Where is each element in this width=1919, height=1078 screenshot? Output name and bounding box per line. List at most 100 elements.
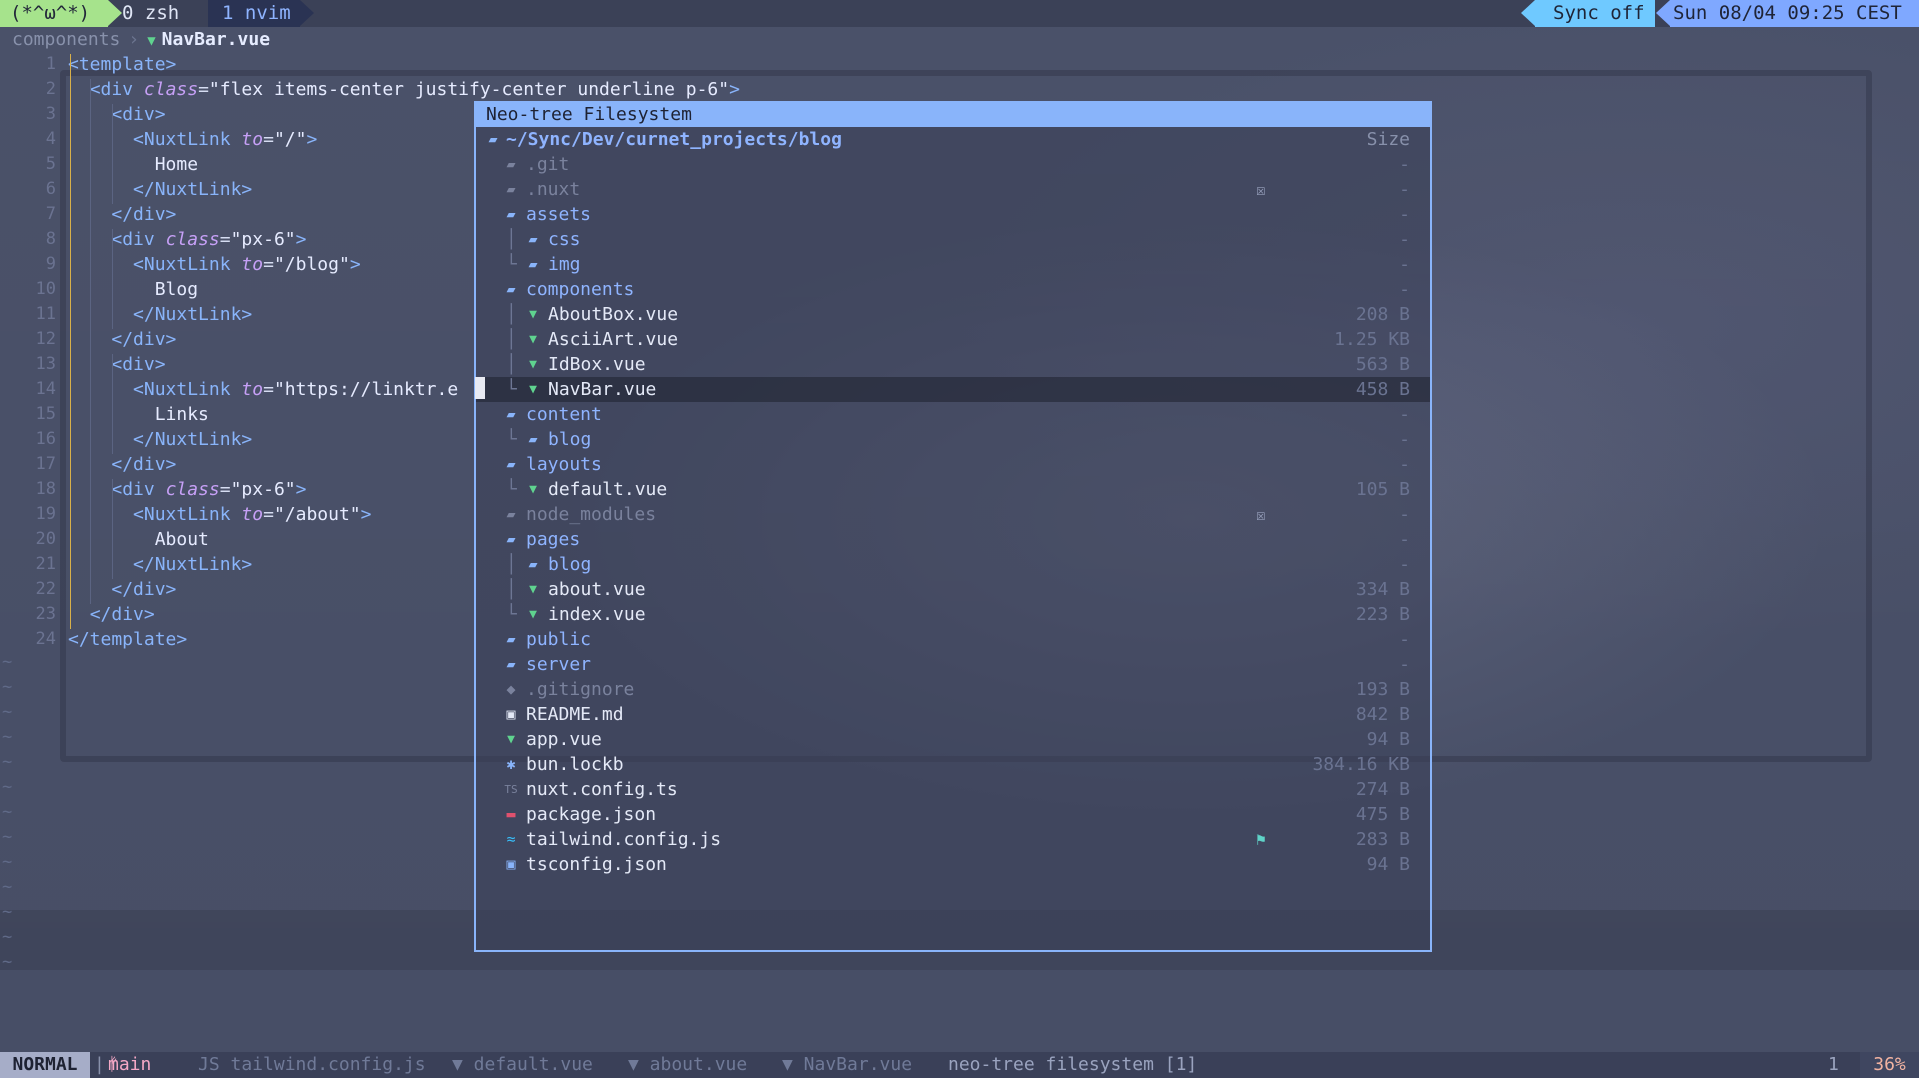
tree-file-row[interactable]: ✱ bun.lockb 384.16 KB [476, 752, 1430, 777]
tree-file-row[interactable]: ≈ tailwind.config.js ⚑ 283 B [476, 827, 1430, 852]
size-column-header: Size [1366, 129, 1410, 150]
tree-item-size: - [1399, 454, 1410, 475]
tmux-session-name[interactable]: (*^ω^*) [0, 0, 122, 27]
code-text: </NuxtLink> [133, 429, 253, 450]
tree-file-row[interactable]: │ ▼ AboutBox.vue 208 B [476, 302, 1430, 327]
tree-branch-guide: │ [506, 304, 517, 325]
tsconfig-icon: ▣ [506, 855, 516, 873]
empty-line-tilde: ~ [2, 777, 13, 797]
tree-file-row[interactable]: │ ▼ IdBox.vue 563 B [476, 352, 1430, 377]
tree-file-row[interactable]: │ ▼ about.vue 334 B [476, 577, 1430, 602]
code-text: </div> [89, 604, 155, 625]
tree-folder-row[interactable]: ▰ .nuxt ☒ - [476, 177, 1430, 202]
tree-file-row[interactable]: └ ▼ index.vue 223 B [476, 602, 1430, 627]
empty-line-tilde: ~ [2, 852, 13, 872]
line-number: 17 [35, 454, 56, 474]
folder-icon: ▰ [528, 255, 538, 273]
npm-icon: ▬ [506, 805, 516, 823]
tree-branch-guide: │ [506, 229, 517, 250]
tree-file-row[interactable]: └ ▼ NavBar.vue 458 B [476, 377, 1430, 402]
tree-file-row[interactable]: ◆ .gitignore 193 B [476, 677, 1430, 702]
code-text: <div> [111, 354, 166, 375]
empty-line-tilde: ~ [2, 752, 13, 772]
tree-item-size: - [1399, 154, 1410, 175]
tree-item-size: 223 B [1355, 604, 1410, 625]
vue-icon: ▼ [529, 332, 537, 347]
line-number: 15 [35, 404, 56, 424]
tree-root-row[interactable]: ▰ ~/Sync/Dev/curnet_projects/blog Size [476, 127, 1430, 152]
tree-item-name: public [526, 629, 592, 650]
empty-line-tilde: ~ [2, 727, 13, 747]
mode-indicator: NORMAL [0, 1052, 90, 1078]
tree-item-size: 193 B [1355, 679, 1410, 700]
tree-folder-row[interactable]: ▰ pages - [476, 527, 1430, 552]
sync-status: Sync off [1521, 0, 1655, 27]
tree-item-size: 384.16 KB [1312, 754, 1410, 775]
code-text: </NuxtLink> [133, 179, 253, 200]
tree-folder-row[interactable]: ▰ .git - [476, 152, 1430, 177]
tree-item-size: - [1399, 179, 1410, 200]
tmux-window-nvim[interactable]: 1 nvim [208, 0, 314, 27]
tree-item-name: bun.lockb [526, 754, 624, 775]
tree-file-row[interactable]: ▣ tsconfig.json 94 B [476, 852, 1430, 877]
tree-item-size: - [1399, 404, 1410, 425]
line-number: 23 [35, 604, 56, 624]
vue-icon: ▼ [147, 33, 156, 49]
tree-folder-row[interactable]: ▰ layouts - [476, 452, 1430, 477]
tree-item-size: - [1399, 654, 1410, 675]
empty-line-tilde: ~ [2, 802, 13, 822]
tree-file-row[interactable]: └ ▼ default.vue 105 B [476, 477, 1430, 502]
buffer-tab[interactable]: ▼ about.vue [628, 1052, 747, 1078]
tree-file-row[interactable]: │ ▼ AsciiArt.vue 1.25 KB [476, 327, 1430, 352]
tree-folder-row[interactable]: │ ▰ blog - [476, 552, 1430, 577]
buffer-tab[interactable]: ▼ default.vue [452, 1052, 593, 1078]
tree-item-size: - [1399, 204, 1410, 225]
buffer-tab[interactable]: JS tailwind.config.js [198, 1052, 426, 1078]
empty-line-tilde: ~ [2, 702, 13, 722]
line-number: 6 [45, 179, 56, 199]
code-text: <div> [111, 104, 166, 125]
line-number: 10 [35, 279, 56, 299]
tree-item-name: IdBox.vue [548, 354, 646, 375]
tmux-window-zsh[interactable]: 0 zsh [122, 0, 179, 27]
tree-file-row[interactable]: TS nuxt.config.ts 274 B [476, 777, 1430, 802]
vue-icon: ▼ [529, 607, 537, 622]
tree-item-size: 283 B [1355, 829, 1410, 850]
tree-file-row[interactable]: ▣ README.md 842 B [476, 702, 1430, 727]
markdown-icon: ▣ [506, 705, 516, 723]
breadcrumb-folder[interactable]: components [12, 29, 120, 50]
tree-folder-row[interactable]: ▰ node_modules ☒ - [476, 502, 1430, 527]
tree-file-row[interactable]: ▼ app.vue 94 B [476, 727, 1430, 752]
tree-folder-row[interactable]: ▰ public - [476, 627, 1430, 652]
empty-line-tilde: ~ [2, 902, 13, 922]
git-branch-name: main [108, 1054, 152, 1075]
tree-folder-row[interactable]: ▰ content - [476, 402, 1430, 427]
tree-folder-row[interactable]: └ ▰ blog - [476, 427, 1430, 452]
filetype-indicator: neo-tree filesystem [1] [948, 1054, 1198, 1075]
code-text: <NuxtLink to="/about"> [133, 504, 372, 525]
tree-item-size: 475 B [1355, 804, 1410, 825]
code-text: </div> [111, 454, 177, 475]
tree-branch-guide: └ [506, 254, 517, 275]
tree-branch-guide: │ [506, 354, 517, 375]
breadcrumb-file[interactable]: NavBar.vue [162, 29, 270, 50]
vue-icon: ▼ [529, 357, 537, 372]
tree-item-size: - [1399, 504, 1410, 525]
tree-file-row[interactable]: ▬ package.json 475 B [476, 802, 1430, 827]
tree-item-name: tsconfig.json [526, 854, 667, 875]
git-modified-icon: ⚑ [1256, 830, 1266, 849]
tree-folder-row[interactable]: ▰ components - [476, 277, 1430, 302]
text-cursor [475, 377, 485, 399]
tree-folder-row[interactable]: ▰ server - [476, 652, 1430, 677]
buffer-tab[interactable]: ▼ NavBar.vue [782, 1052, 912, 1078]
tree-item-size: 458 B [1355, 379, 1410, 400]
code-text: <NuxtLink to="https://linktr.e [133, 379, 459, 400]
neo-tree-popup[interactable]: Neo-tree Filesystem ▰ ~/Sync/Dev/curnet_… [474, 101, 1432, 952]
tmux-status-bar: (*^ω^*) 0 zsh 1 nvim Sync off Sun 08/04 … [0, 0, 1919, 27]
git-icon: ◆ [506, 680, 516, 698]
tree-item-size: - [1399, 629, 1410, 650]
tree-folder-row[interactable]: │ ▰ css - [476, 227, 1430, 252]
line-number: 11 [35, 304, 56, 324]
tree-folder-row[interactable]: ▰ assets - [476, 202, 1430, 227]
tree-folder-row[interactable]: └ ▰ img - [476, 252, 1430, 277]
